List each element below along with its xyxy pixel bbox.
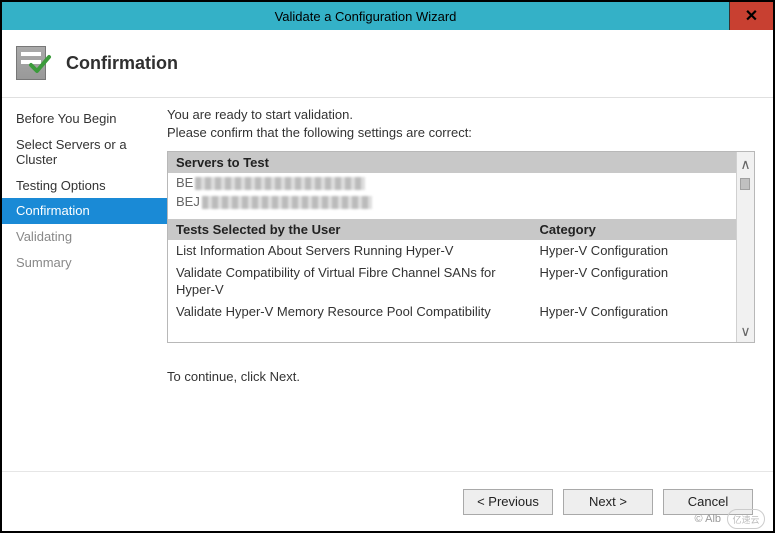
wizard-window: Validate a Configuration Wizard ✕ Confir…	[0, 0, 775, 533]
server-row: BE	[168, 173, 736, 192]
intro-line2: Please confirm that the following settin…	[167, 124, 755, 142]
title-bar: Validate a Configuration Wizard ✕	[2, 2, 773, 30]
wizard-footer: < Previous Next > Cancel	[2, 471, 773, 531]
settings-listing-inner: Servers to Test BE BEJ Tests Selected by…	[168, 152, 736, 342]
test-category: Hyper-V Configuration	[532, 301, 736, 323]
test-category: Hyper-V Configuration	[532, 240, 736, 262]
server-redacted	[195, 177, 365, 190]
server-prefix: BE	[176, 175, 193, 190]
next-button[interactable]: Next >	[563, 489, 653, 515]
test-name: List Information About Servers Running H…	[168, 240, 532, 262]
wizard-header: Confirmation	[2, 30, 773, 98]
watermark-text: © Alb	[695, 513, 721, 525]
nav-select-servers[interactable]: Select Servers or a Cluster	[2, 132, 167, 173]
checkmark-icon	[28, 52, 52, 76]
settings-listing: Servers to Test BE BEJ Tests Selected by…	[167, 151, 755, 343]
chevron-up-icon: ∧	[740, 156, 750, 172]
tests-table: Tests Selected by the User Category List…	[168, 219, 736, 323]
nav-testing-options[interactable]: Testing Options	[2, 173, 167, 199]
server-redacted	[202, 196, 372, 209]
test-category: Hyper-V Configuration	[532, 262, 736, 301]
close-button[interactable]: ✕	[729, 2, 773, 30]
intro-text: You are ready to start validation. Pleas…	[167, 106, 755, 141]
test-name: Validate Hyper-V Memory Resource Pool Co…	[168, 301, 532, 323]
scroll-thumb[interactable]	[740, 178, 750, 190]
table-row: Validate Compatibility of Virtual Fibre …	[168, 262, 736, 301]
wizard-content: You are ready to start validation. Pleas…	[167, 98, 773, 471]
test-name: Validate Compatibility of Virtual Fibre …	[168, 262, 532, 301]
close-icon: ✕	[745, 6, 758, 26]
wizard-nav: Before You Begin Select Servers or a Clu…	[2, 98, 167, 471]
server-row: BEJ	[168, 192, 736, 211]
continue-text: To continue, click Next.	[167, 369, 755, 384]
intro-line1: You are ready to start validation.	[167, 106, 755, 124]
window-title: Validate a Configuration Wizard	[2, 9, 729, 24]
nav-summary: Summary	[2, 250, 167, 276]
table-row: List Information About Servers Running H…	[168, 240, 736, 262]
table-row: Validate Hyper-V Memory Resource Pool Co…	[168, 301, 736, 323]
page-title: Confirmation	[66, 53, 178, 74]
tests-col-name: Tests Selected by the User	[168, 219, 532, 240]
chevron-down-icon[interactable]: ∨	[740, 324, 750, 338]
watermark: © Alb 亿速云	[695, 509, 765, 529]
servers-heading: Servers to Test	[168, 152, 736, 173]
scrollbar[interactable]: ∧ ∨	[736, 152, 754, 342]
tests-col-category: Category	[532, 219, 736, 240]
nav-before-you-begin[interactable]: Before You Begin	[2, 106, 167, 132]
nav-validating: Validating	[2, 224, 167, 250]
wizard-icon	[16, 44, 56, 84]
watermark-logo: 亿速云	[727, 509, 765, 529]
scroll-up-arrow[interactable]: ∧	[740, 156, 750, 190]
previous-button[interactable]: < Previous	[463, 489, 553, 515]
server-prefix: BEJ	[176, 194, 200, 209]
nav-confirmation[interactable]: Confirmation	[2, 198, 167, 224]
wizard-body: Before You Begin Select Servers or a Clu…	[2, 98, 773, 471]
